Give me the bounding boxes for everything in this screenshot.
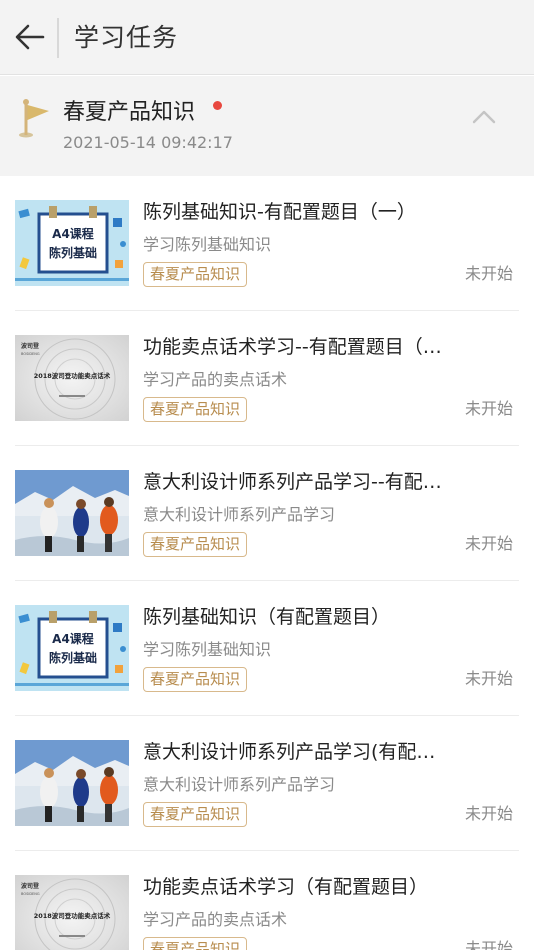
course-thumbnail: A4课程 陈列基础 [15, 605, 129, 691]
task-title: 意大利设计师系列产品学习(有配置题目) [143, 741, 443, 763]
svg-text:2018波司登功能卖点话术: 2018波司登功能卖点话术 [34, 911, 111, 920]
group-title: 春夏产品知识 [63, 100, 196, 125]
category-tag: 春夏产品知识 [143, 262, 248, 287]
course-thumbnail-image [15, 740, 129, 826]
unread-dot [213, 101, 222, 110]
category-tag: 春夏产品知识 [143, 532, 248, 557]
task-title: 功能卖点话术学习（有配置题目） [143, 876, 429, 898]
task-list-item[interactable]: A4课程 陈列基础 陈列基础知识-有配置题目（一） 学习陈列基础知识春夏产品知识 未… [0, 176, 534, 311]
category-tag: 春夏产品知识 [143, 397, 248, 422]
task-status: 未开始 [464, 939, 513, 950]
back-button[interactable] [10, 17, 50, 57]
task-title: 意大利设计师系列产品学习--有配置题目（一） [143, 471, 443, 493]
svg-text:波司登: 波司登 [21, 342, 40, 350]
svg-text:陈列基础: 陈列基础 [49, 245, 97, 260]
course-thumbnail: 波司登 BOSIDENG 2018波司登功能卖点话术 [15, 875, 129, 950]
task-list-item[interactable]: 波司登 BOSIDENG 2018波司登功能卖点话术 功能卖点话术学习--有配置… [0, 311, 534, 446]
task-status: 未开始 [464, 264, 513, 283]
task-description: 学习陈列基础知识 [143, 235, 272, 254]
category-tag: 春夏产品知识 [143, 667, 248, 692]
svg-text:A4课程: A4课程 [52, 226, 94, 241]
task-group-header[interactable]: 春夏产品知识 2021-05-14 09:42:17 [0, 76, 534, 176]
svg-text:波司登: 波司登 [21, 882, 40, 890]
group-timestamp: 2021-05-14 09:42:17 [63, 133, 233, 152]
course-thumbnail: 波司登 BOSIDENG 2018波司登功能卖点话术 [15, 335, 129, 421]
task-description: 学习产品的卖点话术 [143, 370, 288, 389]
flag-icon [19, 99, 49, 138]
svg-text:陈列基础: 陈列基础 [49, 650, 97, 665]
task-list-item[interactable]: 意大利设计师系列产品学习(有配置题目) 意大利设计师系列产品学习春夏产品知识 未开始 [0, 716, 534, 851]
top-bar: 学习任务 [0, 0, 534, 75]
category-tag: 春夏产品知识 [143, 937, 248, 950]
task-description: 意大利设计师系列产品学习 [143, 505, 336, 524]
header-divider [57, 18, 59, 58]
course-thumbnail [15, 740, 129, 826]
svg-text:BOSIDENG: BOSIDENG [21, 352, 40, 356]
task-status: 未开始 [464, 399, 513, 418]
task-status: 未开始 [464, 669, 513, 688]
back-arrow-icon [15, 24, 45, 50]
task-list-item[interactable]: 波司登 BOSIDENG 2018波司登功能卖点话术 功能卖点话术学习（有配置题… [0, 851, 534, 950]
task-status: 未开始 [464, 534, 513, 553]
category-tag: 春夏产品知识 [143, 802, 248, 827]
task-status: 未开始 [464, 804, 513, 823]
task-description: 意大利设计师系列产品学习 [143, 775, 336, 794]
course-thumbnail-image: A4课程 陈列基础 [15, 200, 129, 286]
course-thumbnail-image: 波司登 BOSIDENG 2018波司登功能卖点话术 [15, 335, 129, 421]
course-thumbnail [15, 470, 129, 556]
course-thumbnail-image: A4课程 陈列基础 [15, 605, 129, 691]
course-thumbnail-image: 波司登 BOSIDENG 2018波司登功能卖点话术 [15, 875, 129, 950]
chevron-up-icon[interactable] [470, 106, 498, 126]
svg-text:2018波司登功能卖点话术: 2018波司登功能卖点话术 [34, 371, 111, 380]
course-thumbnail-image [15, 470, 129, 556]
task-list-item[interactable]: A4课程 陈列基础 陈列基础知识（有配置题目） 学习陈列基础知识春夏产品知识 未开始 [0, 581, 534, 716]
task-description: 学习产品的卖点话术 [143, 910, 288, 929]
task-list-item[interactable]: 意大利设计师系列产品学习--有配置题目（一） 意大利设计师系列产品学习春夏产品知识… [0, 446, 534, 581]
page-title: 学习任务 [74, 23, 179, 52]
task-title: 功能卖点话术学习--有配置题目（一） [143, 336, 443, 358]
svg-text:BOSIDENG: BOSIDENG [21, 892, 40, 896]
svg-text:A4课程: A4课程 [52, 631, 94, 646]
course-thumbnail: A4课程 陈列基础 [15, 200, 129, 286]
task-title: 陈列基础知识-有配置题目（一） [143, 201, 416, 223]
task-list: A4课程 陈列基础 陈列基础知识-有配置题目（一） 学习陈列基础知识 春夏产品知识未… [0, 176, 534, 950]
task-title: 陈列基础知识（有配置题目） [143, 606, 391, 628]
task-description: 学习陈列基础知识 [143, 640, 272, 659]
